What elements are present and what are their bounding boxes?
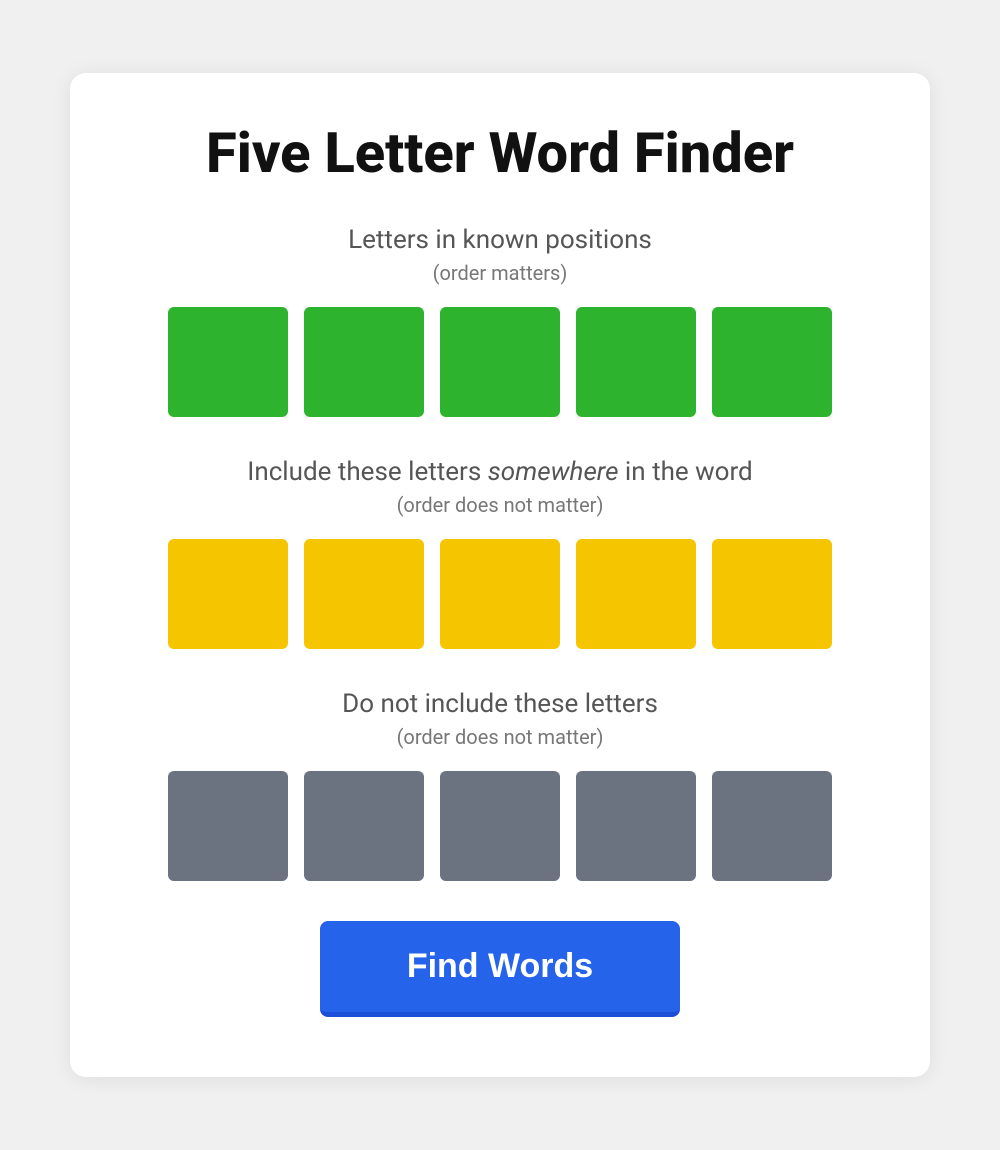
known-pos-tile-1[interactable] xyxy=(168,307,288,417)
include-letters-section: Include these letters somewhere in the w… xyxy=(130,457,870,649)
include-letters-title: Include these letters somewhere in the w… xyxy=(130,457,870,487)
exclude-tile-1[interactable] xyxy=(168,771,288,881)
include-tile-1[interactable] xyxy=(168,539,288,649)
find-words-button[interactable]: Find Words xyxy=(320,921,680,1017)
include-letters-subtitle: (order does not matter) xyxy=(130,493,870,517)
exclude-letters-title: Do not include these letters xyxy=(130,689,870,719)
exclude-tile-5[interactable] xyxy=(712,771,832,881)
known-pos-tile-3[interactable] xyxy=(440,307,560,417)
page-title: Five Letter Word Finder xyxy=(130,123,870,185)
exclude-tile-2[interactable] xyxy=(304,771,424,881)
exclude-tile-3[interactable] xyxy=(440,771,560,881)
known-positions-tile-row xyxy=(130,307,870,417)
known-pos-tile-2[interactable] xyxy=(304,307,424,417)
include-letters-tile-row xyxy=(130,539,870,649)
known-pos-tile-4[interactable] xyxy=(576,307,696,417)
exclude-tile-4[interactable] xyxy=(576,771,696,881)
known-positions-title: Letters in known positions xyxy=(130,225,870,255)
exclude-letters-subtitle: (order does not matter) xyxy=(130,725,870,749)
exclude-letters-tile-row xyxy=(130,771,870,881)
include-tile-2[interactable] xyxy=(304,539,424,649)
known-positions-section: Letters in known positions (order matter… xyxy=(130,225,870,417)
known-positions-subtitle: (order matters) xyxy=(130,261,870,285)
exclude-letters-section: Do not include these letters (order does… xyxy=(130,689,870,881)
known-pos-tile-5[interactable] xyxy=(712,307,832,417)
include-tile-4[interactable] xyxy=(576,539,696,649)
include-tile-5[interactable] xyxy=(712,539,832,649)
include-tile-3[interactable] xyxy=(440,539,560,649)
main-card: Five Letter Word Finder Letters in known… xyxy=(70,73,930,1077)
